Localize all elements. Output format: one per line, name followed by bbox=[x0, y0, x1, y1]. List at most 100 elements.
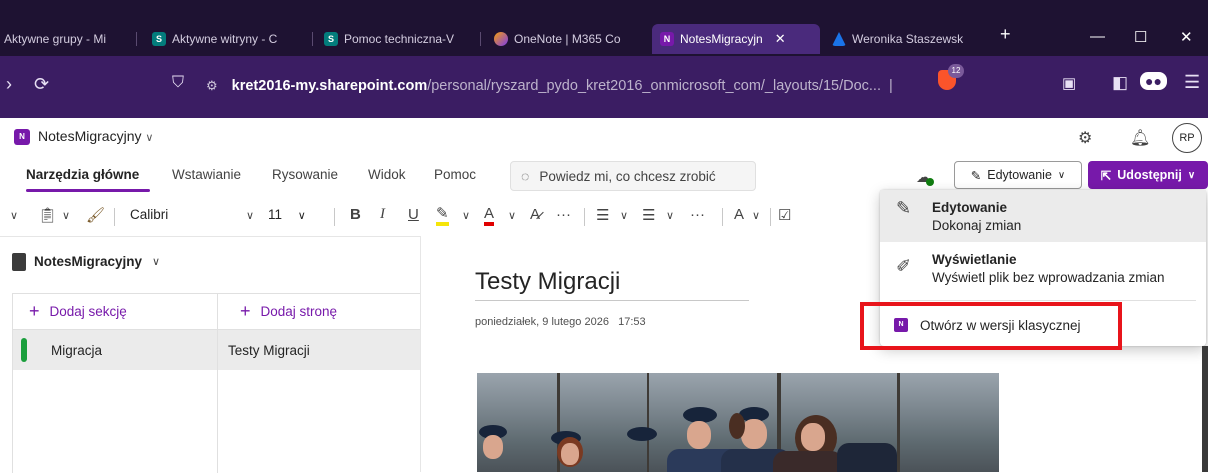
lightbulb-icon: ◌ bbox=[521, 168, 530, 184]
tell-me-search[interactable]: ◌ Powiedz mi, co chcesz zrobić bbox=[510, 161, 756, 191]
separator bbox=[114, 208, 115, 226]
browser-tab[interactable]: Weronika Staszewsk bbox=[832, 24, 988, 54]
scrollbar[interactable] bbox=[1202, 346, 1208, 472]
photo-face bbox=[483, 435, 503, 459]
chevron-down-icon[interactable]: ∨ bbox=[462, 209, 470, 222]
add-section-button[interactable]: + Dodaj sekcję bbox=[13, 294, 217, 330]
minimize-icon[interactable]: — bbox=[1090, 28, 1105, 45]
chevron-down-icon[interactable]: ∨ bbox=[246, 209, 254, 222]
maximize-icon[interactable]: ☐ bbox=[1134, 28, 1147, 46]
clear-formatting-icon[interactable]: A̷ bbox=[530, 206, 540, 223]
tab-home[interactable]: Narzędzia główne bbox=[26, 167, 139, 182]
more-icon[interactable]: ··· bbox=[690, 206, 705, 223]
browser-tab-active[interactable]: N NotesMigracyjn ✕ bbox=[652, 24, 820, 54]
tab-insert[interactable]: Wstawianie bbox=[172, 167, 241, 182]
bold-button[interactable]: B bbox=[350, 206, 361, 223]
forward-icon[interactable]: › bbox=[6, 74, 12, 95]
bookmark-icon[interactable]: ⛉ bbox=[172, 74, 184, 92]
pen-icon: ✎ bbox=[896, 198, 912, 218]
add-section-label: Dodaj sekcję bbox=[49, 304, 127, 319]
shield-badge: 12 bbox=[948, 64, 964, 78]
azure-icon bbox=[832, 32, 846, 46]
close-tab-icon[interactable]: ✕ bbox=[775, 31, 786, 47]
page-title[interactable]: Testy Migracji bbox=[475, 268, 620, 296]
active-tab-indicator bbox=[26, 189, 150, 192]
browser-tab[interactable]: S Aktywne witryny - C bbox=[152, 24, 308, 54]
browser-tab[interactable]: Aktywne grupy - Mi bbox=[4, 24, 132, 54]
share-button[interactable]: ⇱ Udostępnij ∨ bbox=[1088, 161, 1208, 189]
tab-draw[interactable]: Rysowanie bbox=[272, 167, 338, 182]
reader-mode-icon[interactable]: ▣ bbox=[1062, 74, 1076, 92]
browser-tab[interactable]: S Pomoc techniczna-V bbox=[324, 24, 476, 54]
format-painter-icon[interactable]: 🖌︎ bbox=[86, 206, 105, 224]
notebook-title-dropdown[interactable]: NotesMigracyjny ∨ bbox=[38, 128, 153, 144]
font-size-value: 11 bbox=[268, 207, 283, 222]
font-name-select[interactable]: Calibri bbox=[124, 203, 242, 229]
highlight-icon[interactable]: ✎ bbox=[436, 206, 449, 226]
bullet-list-icon[interactable]: ☰ bbox=[596, 206, 609, 224]
tag-icon[interactable]: ☑ bbox=[778, 206, 791, 224]
plus-icon: + bbox=[240, 301, 251, 321]
menu-item-viewing[interactable]: ✐ Wyświetlanie Wyświetl plik bez wprowad… bbox=[880, 246, 1206, 294]
site-settings-icon[interactable]: ⚙ bbox=[206, 78, 218, 94]
notebook-icon bbox=[12, 253, 26, 271]
tab-help[interactable]: Pomoc bbox=[434, 167, 476, 182]
share-icon: ⇱ bbox=[1100, 168, 1112, 183]
photo-beret bbox=[627, 427, 657, 441]
close-window-icon[interactable]: ✕ bbox=[1180, 28, 1193, 46]
page-time: 17:53 bbox=[618, 316, 646, 328]
clipboard-icon[interactable]: 📋︎ bbox=[38, 206, 57, 224]
menu-item-description: Wyświetl plik bez wprowadzania zmian bbox=[932, 270, 1165, 285]
page-photo[interactable] bbox=[477, 373, 999, 472]
highlight-annotation-box bbox=[860, 302, 1122, 350]
menu-item-editing[interactable]: ✎ Edytowanie Dokonaj zmian bbox=[880, 190, 1206, 242]
numbered-list-icon[interactable]: ☰ bbox=[642, 206, 655, 224]
photo-hair bbox=[729, 413, 745, 439]
more-icon[interactable]: ··· bbox=[556, 206, 571, 223]
tab-view[interactable]: Widok bbox=[368, 167, 406, 182]
chevron-down-icon[interactable]: ∨ bbox=[508, 209, 516, 222]
browser-tab-strip: Aktywne grupy - Mi S Aktywne witryny - C… bbox=[0, 0, 1208, 56]
app-header: N NotesMigracyjny ∨ ⚙ 🔔︎ RP bbox=[0, 118, 1208, 156]
sidebar-toggle-icon[interactable]: ◧ bbox=[1112, 73, 1128, 93]
tab-label: Pomoc techniczna-V bbox=[344, 32, 455, 46]
reload-icon[interactable]: ⟳ bbox=[34, 74, 49, 95]
editing-mode-button[interactable]: ✎ Edytowanie ∨ bbox=[954, 161, 1082, 189]
font-size-select[interactable]: 11 ∨ bbox=[264, 203, 324, 229]
photo-tree bbox=[897, 373, 900, 472]
chevron-down-icon[interactable]: ∨ bbox=[752, 209, 760, 222]
new-tab-button[interactable]: + bbox=[1000, 24, 1011, 45]
sync-status-dot bbox=[926, 178, 934, 186]
styles-icon[interactable]: A bbox=[734, 206, 744, 223]
address-bar[interactable]: ⚙ kret2016-my.sharepoint.com/personal/ry… bbox=[206, 68, 926, 104]
font-color-icon[interactable]: A bbox=[484, 206, 495, 226]
settings-icon[interactable]: ⚙ bbox=[1078, 128, 1092, 148]
separator bbox=[770, 208, 771, 226]
onenote-logo-icon: N bbox=[14, 129, 30, 145]
tab-label: Weronika Staszewsk bbox=[852, 32, 964, 46]
share-label: Udostępnij bbox=[1117, 168, 1182, 182]
menu-item-title: Edytowanie bbox=[932, 200, 1008, 215]
leo-ai-icon[interactable]: ●● bbox=[1140, 72, 1167, 90]
chevron-down-icon: ∨ bbox=[152, 256, 161, 268]
pages-list: + Dodaj stronę Testy Migracji bbox=[218, 293, 420, 473]
avatar[interactable]: RP bbox=[1172, 123, 1202, 153]
chevron-down-icon[interactable]: ∨ bbox=[10, 209, 18, 222]
add-page-button[interactable]: + Dodaj stronę bbox=[218, 294, 420, 330]
chevron-down-icon: ∨ bbox=[1057, 169, 1066, 181]
section-item[interactable]: Migracja bbox=[13, 330, 217, 370]
browser-tab[interactable]: OneNote | M365 Co bbox=[494, 24, 644, 54]
page-item[interactable]: Testy Migracji bbox=[218, 330, 420, 370]
chevron-down-icon[interactable]: ∨ bbox=[666, 209, 674, 222]
chevron-down-icon[interactable]: ∨ bbox=[62, 209, 70, 222]
underline-button[interactable]: U bbox=[408, 206, 419, 223]
chevron-down-icon[interactable]: ∨ bbox=[620, 209, 628, 222]
notebook-selector[interactable]: NotesMigracyjny ∨ bbox=[0, 237, 420, 293]
notebook-title: NotesMigracyjny bbox=[38, 128, 142, 144]
italic-button[interactable]: I bbox=[380, 206, 385, 223]
menu-icon[interactable]: ☰ bbox=[1184, 72, 1200, 93]
notifications-bell-icon[interactable]: 🔔︎ bbox=[1130, 128, 1150, 148]
menu-item-description: Dokonaj zmian bbox=[932, 218, 1022, 233]
tab-label: OneNote | M365 Co bbox=[514, 32, 621, 46]
chevron-down-icon: ∨ bbox=[145, 132, 154, 144]
